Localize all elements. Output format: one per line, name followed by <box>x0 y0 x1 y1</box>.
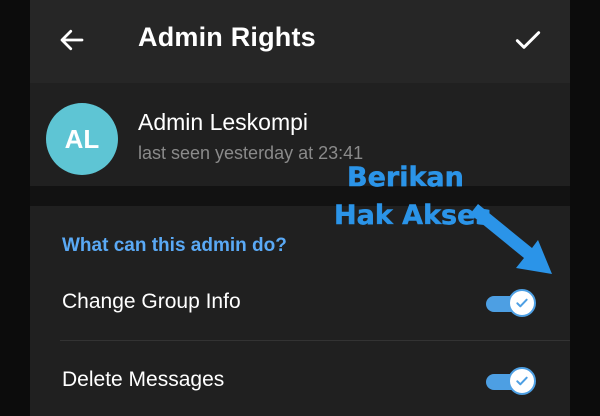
user-name: Admin Leskompi <box>138 109 309 135</box>
annotation-text-line2: Hak Akses <box>334 200 492 232</box>
user-last-seen: last seen yesterday at 23:41 <box>138 143 364 163</box>
toggle-knob <box>508 289 536 317</box>
change-group-info-toggle[interactable] <box>486 288 538 318</box>
page-title: Admin Rights <box>138 22 316 52</box>
checkmark-icon <box>515 31 541 49</box>
toggle-check-icon <box>516 298 528 308</box>
top-app-bar: Admin Rights <box>30 0 570 83</box>
admin-rights-screen: Admin Rights AL Admin Leskompi last seen… <box>30 0 570 416</box>
annotation-arrow-icon <box>470 204 552 274</box>
toggle-knob <box>508 367 536 395</box>
permission-label: Delete Messages <box>62 368 225 391</box>
row-divider <box>60 340 570 341</box>
delete-messages-toggle[interactable] <box>486 366 538 396</box>
avatar-initials: AL <box>64 123 100 154</box>
save-button[interactable] <box>504 16 552 64</box>
permission-label: Change Group Info <box>62 290 241 313</box>
arrow-left-icon <box>60 29 84 51</box>
permissions-section-title: What can this admin do? <box>62 235 287 256</box>
back-button[interactable] <box>48 16 96 64</box>
permission-delete-messages[interactable]: Delete Messages <box>30 342 570 416</box>
toggle-check-icon <box>516 376 528 386</box>
annotation-text-line1: Berikan <box>347 162 464 194</box>
admin-user-row: AL Admin Leskompi last seen yesterday at… <box>30 83 570 186</box>
avatar: AL <box>46 103 118 175</box>
screenshot-stage: Admin Rights AL Admin Leskompi last seen… <box>0 0 600 416</box>
